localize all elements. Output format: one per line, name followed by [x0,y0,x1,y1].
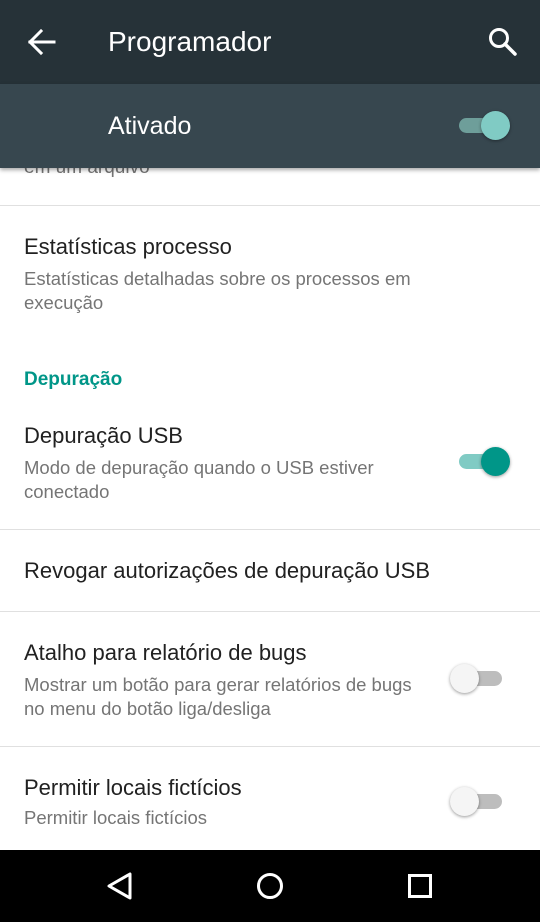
setting-summary: Modo de depuração quando o USB estiver c… [24,457,374,502]
nav-recents-button[interactable] [400,866,440,906]
mock-locations-toggle[interactable] [450,787,506,816]
master-switch-bar[interactable]: Ativado [0,84,540,168]
setting-title: Estatísticas processo [24,234,232,259]
setting-mock-locations[interactable]: Permitir locais fictícios Permitir locai… [0,747,540,850]
setting-summary: Mostrar um botão para gerar relatórios d… [24,674,412,719]
master-switch-label: Ativado [108,112,192,140]
page-title: Programador [108,26,272,57]
search-icon [489,28,517,56]
toggle-thumb [481,111,510,140]
system-nav-bar [0,850,540,922]
setting-title: Depuração USB [24,423,183,448]
triangle-back-icon [107,872,132,900]
square-recents-icon [408,874,432,898]
master-toggle[interactable] [455,111,511,140]
search-button[interactable] [484,24,524,60]
setting-revoke-usb-auth[interactable]: Revogar autorizações de depuração USB [0,530,540,610]
setting-summary: Permitir locais fictícios [24,807,207,828]
setting-usb-debugging[interactable]: Depuração USB Modo de depuração quando o… [0,404,540,528]
back-button[interactable] [24,26,60,58]
setting-summary: Estatísticas detalhadas sobre os process… [24,268,411,313]
setting-title: Revogar autorizações de depuração USB [24,558,431,583]
bug-report-toggle[interactable] [450,664,506,693]
cutoff-summary: em um arquivo [24,168,150,180]
toggle-thumb [450,664,479,693]
category-header-depuracao: Depuração [24,369,123,390]
toggle-thumb [481,447,510,476]
toggle-thumb [450,787,479,816]
setting-title: Permitir locais fictícios [24,775,242,800]
setting-bug-report-shortcut[interactable]: Atalho para relatório de bugs Mostrar um… [0,612,540,746]
nav-back-button[interactable] [100,866,140,906]
setting-title: Atalho para relatório de bugs [24,640,307,665]
arrow-back-icon [27,28,56,56]
setting-process-stats[interactable]: Estatísticas processo Estatísticas detal… [0,206,540,346]
nav-home-button[interactable] [250,866,290,906]
app-bar: Programador [0,0,540,84]
usb-debugging-toggle[interactable] [455,447,511,476]
settings-list[interactable]: em um arquivo Estatísticas processo Esta… [0,168,540,850]
circle-home-icon [257,873,283,899]
